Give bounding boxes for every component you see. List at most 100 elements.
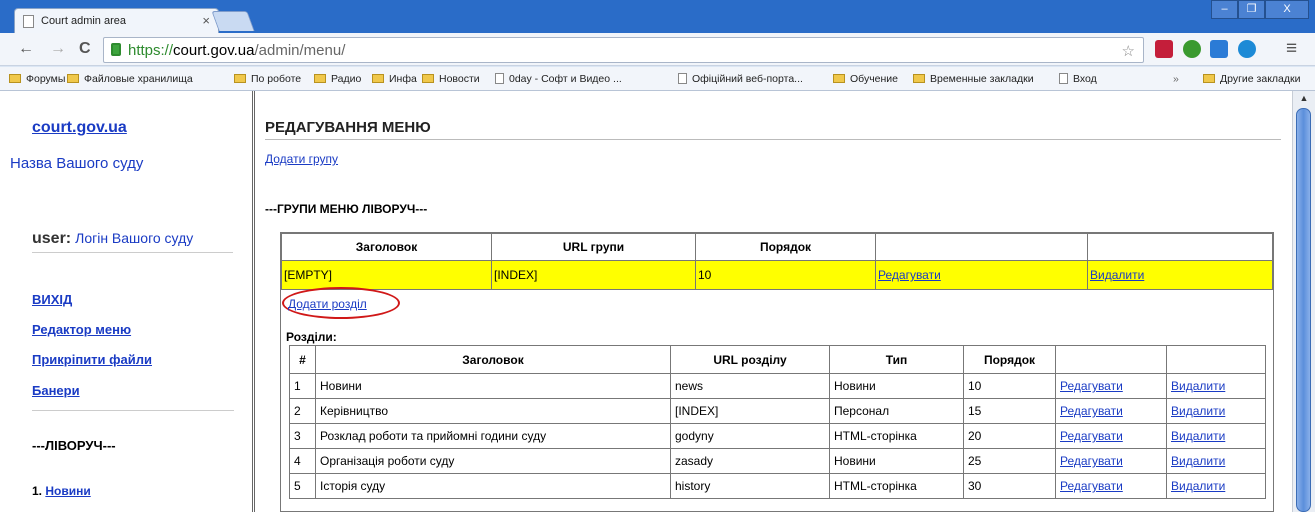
table-row: 4 Організація роботи суду zasady Новини … — [289, 448, 1266, 474]
site-link[interactable]: court.gov.ua — [32, 119, 127, 137]
bookmark-item[interactable]: Обучение — [833, 73, 898, 85]
other-bookmarks[interactable]: Другие закладки — [1203, 73, 1300, 85]
extension-icon-cyan[interactable] — [1238, 40, 1256, 58]
sections-table: # Заголовок URL розділу Тип Порядок 1 Но… — [289, 345, 1266, 499]
scroll-up-arrow-icon[interactable]: ▲ — [1293, 93, 1315, 108]
groups-heading: ---ГРУПИ МЕНЮ ЛІВОРУЧ--- — [265, 202, 428, 216]
bookmark-item[interactable]: По роботе — [234, 73, 301, 85]
add-section-link[interactable]: Додати розділ — [288, 297, 367, 311]
back-arrow-icon[interactable]: ← — [18, 40, 34, 58]
scroll-thumb[interactable] — [1296, 108, 1311, 512]
cell-number: 1 — [289, 373, 316, 399]
news-link[interactable]: Новини — [45, 484, 90, 498]
edit-cell: Редагувати — [1055, 448, 1167, 474]
cell-title: Історія суду — [315, 473, 671, 499]
main-content: РЕДАГУВАННЯ МЕНЮ Додати групу ---ГРУПИ М… — [258, 91, 1292, 512]
address-bar[interactable]: https://court.gov.ua/admin/menu/ ☆ — [103, 37, 1144, 63]
edit-link[interactable]: Редагувати — [1060, 379, 1123, 393]
edit-link[interactable]: Редагувати — [1060, 454, 1123, 468]
group-url: [INDEX] — [491, 260, 696, 290]
attach-files-link[interactable]: Прикріпити файли — [32, 352, 152, 367]
page-icon — [495, 73, 504, 84]
edit-cell: Редагувати — [1055, 398, 1167, 424]
edit-link[interactable]: Редагувати — [1060, 404, 1123, 418]
page-icon — [1059, 73, 1068, 84]
folder-icon — [234, 74, 246, 83]
edit-link[interactable]: Редагувати — [1060, 429, 1123, 443]
cell-type: Новини — [829, 448, 964, 474]
tab-close-icon[interactable]: × — [202, 13, 210, 28]
admin-sidebar: court.gov.ua Назва Вашого суду user: Логі… — [0, 91, 255, 512]
bookmarks-overflow[interactable]: » — [1173, 73, 1179, 85]
edit-group-link[interactable]: Редагувати — [878, 268, 941, 282]
bookmark-item[interactable]: Офіційний веб-порта... — [678, 73, 803, 85]
edit-link[interactable]: Редагувати — [1060, 479, 1123, 493]
new-tab-button[interactable] — [211, 11, 255, 31]
groups-table: Заголовок URL групи Порядок [EMPTY] [IND… — [281, 233, 1273, 290]
delete-link[interactable]: Видалити — [1171, 479, 1225, 493]
restore-button[interactable]: ❐ — [1238, 0, 1265, 19]
bookmark-item[interactable]: Форумы — [9, 73, 65, 85]
extension-icon-red[interactable] — [1155, 40, 1173, 58]
bookmark-item[interactable]: Файловые хранилища — [67, 73, 193, 85]
login-name: Логін Вашого суду — [75, 230, 194, 246]
cell-number: 3 — [289, 423, 316, 449]
extension-icon-blue[interactable] — [1210, 40, 1228, 58]
delete-group-link[interactable]: Видалити — [1090, 268, 1144, 282]
reload-icon[interactable]: C — [79, 40, 91, 58]
extension-icon-green[interactable] — [1183, 40, 1201, 58]
forward-arrow-icon[interactable]: → — [50, 40, 66, 58]
edit-cell: Редагувати — [1055, 423, 1167, 449]
divider — [32, 410, 234, 411]
folder-icon — [314, 74, 326, 83]
edit-cell: Редагувати — [1055, 473, 1167, 499]
table-header-row: # Заголовок URL розділу Тип Порядок — [289, 345, 1266, 374]
delete-cell: Видалити — [1166, 473, 1266, 499]
column-header: Тип — [829, 345, 964, 374]
table-row: [EMPTY] [INDEX] 10 Редагувати Видалити — [281, 260, 1273, 290]
table-row: 2 Керівництво [INDEX] Персонал 15 Редагу… — [289, 398, 1266, 424]
banners-link[interactable]: Банери — [32, 383, 80, 398]
column-header — [1166, 345, 1266, 374]
bookmark-star-icon[interactable]: ☆ — [1122, 42, 1135, 60]
delete-link[interactable]: Видалити — [1171, 404, 1225, 418]
logout-link[interactable]: ВИХІД — [32, 292, 72, 307]
tab-title: Court admin area — [41, 15, 126, 27]
group-order: 10 — [695, 260, 876, 290]
sidebar-section-heading: ---ЛІВОРУЧ--- — [32, 438, 116, 453]
bookmark-item[interactable]: Радио — [314, 73, 361, 85]
close-window-button[interactable]: X — [1265, 0, 1309, 19]
folder-icon — [67, 74, 79, 83]
table-row: 5 Історія суду history HTML-сторінка 30 … — [289, 473, 1266, 499]
folder-icon — [372, 74, 384, 83]
column-header: URL розділу — [670, 345, 830, 374]
edit-cell: Редагувати — [875, 260, 1088, 290]
vertical-scrollbar[interactable]: ▲ — [1292, 91, 1315, 512]
minimize-button[interactable]: – — [1211, 0, 1238, 19]
column-header: # — [289, 345, 316, 374]
delete-link[interactable]: Видалити — [1171, 454, 1225, 468]
cell-number: 5 — [289, 473, 316, 499]
cell-title: Розклад роботи та прийомні години суду — [315, 423, 671, 449]
cell-type: Новини — [829, 373, 964, 399]
bookmark-item[interactable]: Новости — [422, 73, 480, 85]
bookmark-item[interactable]: Инфа — [372, 73, 417, 85]
browser-tab[interactable]: Court admin area × — [14, 8, 219, 33]
cell-url: zasady — [670, 448, 830, 474]
folder-icon — [9, 74, 21, 83]
browser-chrome: Court admin area × – ❐ X ← → C https://c… — [0, 0, 1315, 91]
bookmark-item[interactable]: Временные закладки — [913, 73, 1034, 85]
delete-link[interactable]: Видалити — [1171, 379, 1225, 393]
column-header — [875, 233, 1088, 261]
cell-title: Керівництво — [315, 398, 671, 424]
bookmark-item[interactable]: 0day - Софт и Видео ... — [495, 73, 622, 85]
court-name: Назва Вашого суду — [10, 155, 144, 172]
cell-type: Персонал — [829, 398, 964, 424]
bookmark-item[interactable]: Вход — [1059, 73, 1097, 85]
cell-order: 30 — [963, 473, 1056, 499]
delete-link[interactable]: Видалити — [1171, 429, 1225, 443]
menu-editor-link[interactable]: Редактор меню — [32, 322, 131, 337]
cell-order: 20 — [963, 423, 1056, 449]
menu-icon[interactable]: ≡ — [1286, 38, 1297, 60]
add-group-link[interactable]: Додати групу — [265, 152, 338, 166]
